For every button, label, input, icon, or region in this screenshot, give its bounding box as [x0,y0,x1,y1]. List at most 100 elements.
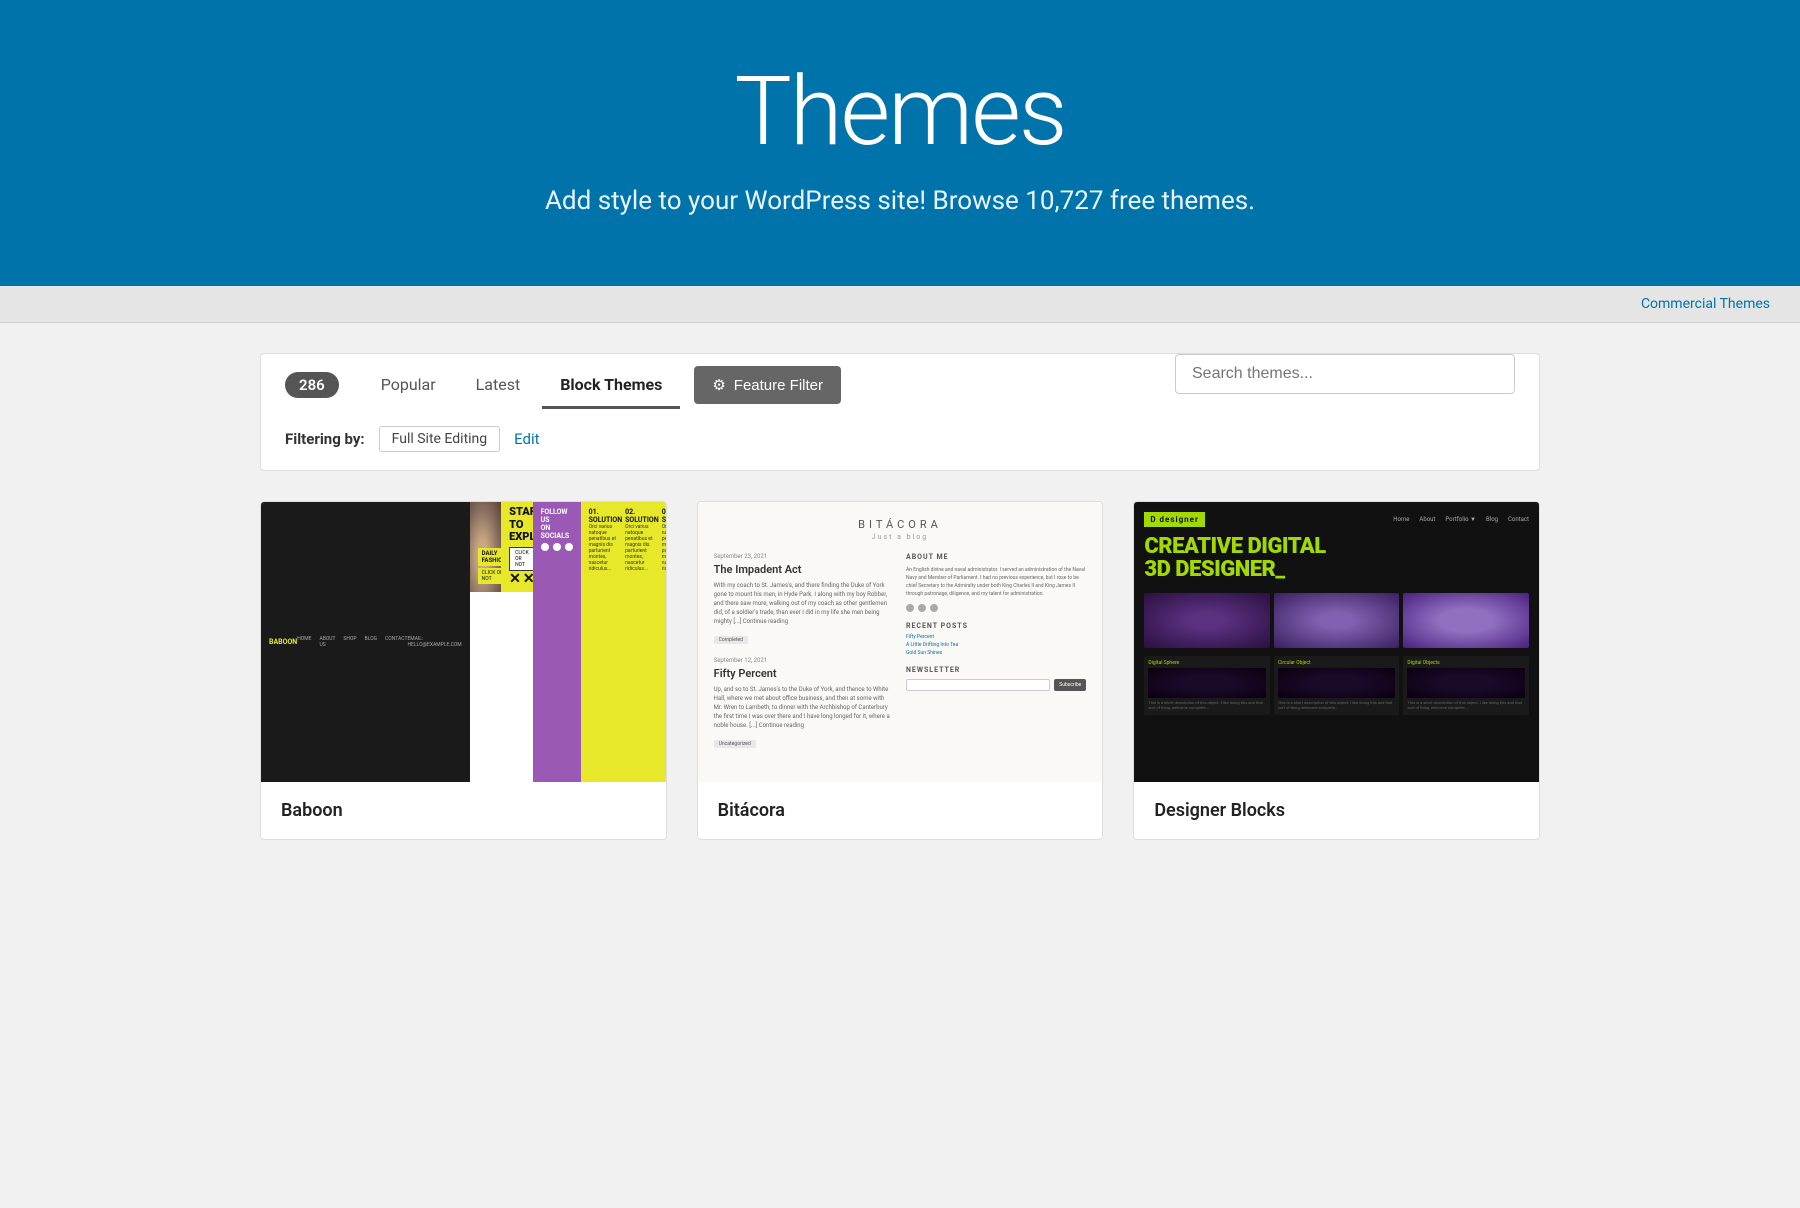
baboon-solution-3: 03. SOLUTION Orci varius natoque penatib… [662,508,666,572]
designer-nav-portfolio: Portfolio ▼ [1445,516,1476,523]
baboon-hero-text: START TOEXPLORE CLICK OR NOT ✕✕✕ [501,502,532,592]
bitacora-social-icon-3 [930,604,938,612]
bitacora-tagline: Just a blog [872,533,928,541]
filtering-by-label: Filtering by: [285,430,365,448]
baboon-nav: HOMEABOUT USSHOPBLOGCONTACT [297,636,407,648]
designer-digital-sphere-label: Digital Sphere [1148,660,1266,666]
designer-circular-object-desc: This is a short description of this obje… [1278,700,1396,711]
theme-name-designer-blocks: Designer Blocks [1134,782,1539,839]
theme-card-baboon[interactable]: BABOON HOMEABOUT USSHOPBLOGCONTACT EMAIL… [260,501,667,840]
designer-digital-sphere-desc: This is a short description of this obje… [1148,700,1266,711]
designer-header: D designer Home About Portfolio ▼ Blog C… [1144,512,1529,527]
filter-edit-link[interactable]: Edit [514,430,539,448]
bitacora-post2-tag: Uncategorized [714,740,756,748]
search-input[interactable] [1175,354,1515,394]
designer-bottom-item-1: Digital Sphere This is a short descripti… [1144,656,1270,715]
bitacora-post2-date: September 12, 2021 [714,657,894,664]
baboon-xxx-decoration: ✕✕✕ [509,571,524,587]
baboon-social-section: FOLLOW USON SOCIALS [533,502,581,782]
bitacora-post1-tag: Completed [714,636,748,644]
baboon-logo-text: BABOON [269,638,297,646]
designer-digital-objects-label: Digital Objects [1407,660,1525,666]
tabs-search-row: 286 Popular Latest Block Themes ⚙ Featur… [285,354,1515,408]
designer-digital-sphere-img [1148,668,1266,698]
designer-bottom-item-2: Circular Object This is a short descript… [1274,656,1400,715]
theme-card-bitacora[interactable]: BITÁCORA Just a blog September 23, 2021 … [697,501,1104,840]
baboon-daily-fashion: DAILY FASHION CLICK OR NOT [478,548,501,584]
designer-nav-contact: Contact [1508,516,1529,523]
designer-logo: D designer [1144,512,1205,527]
bitacora-recent-2: A Little Drifting Into Tea [906,642,1086,648]
bitacora-recent-1: Fifty Percent [906,634,1086,640]
filter-info-row: Filtering by: Full Site Editing Edit [285,408,1515,470]
designer-nav-blog: Blog [1486,516,1498,523]
bitacora-about-title: About Me [906,553,1086,561]
baboon-email: EMAIL: HELLO@EXAMPLE.COM [407,636,461,648]
baboon-bottom-grid: 01. SOLUTION Orci varius natoque penatib… [589,508,666,572]
baboon-solution-1: 01. SOLUTION Orci varius natoque penatib… [589,508,623,572]
designer-circular-object-img [1278,668,1396,698]
designer-hero-text: CREATIVE DIGITAL3D DESIGNER_ [1144,535,1529,581]
feature-filter-button[interactable]: ⚙ Feature Filter [694,366,841,404]
bitacora-recent-title: Recent Posts [906,622,1086,630]
bitacora-post1-date: September 23, 2021 [714,553,894,560]
bitacora-logo: BITÁCORA [858,518,942,531]
gear-icon: ⚙ [712,376,725,394]
designer-thumbnails [1144,593,1529,648]
baboon-solutions: 01. SOLUTION Orci varius natoque penatib… [581,502,666,782]
bitacora-newsletter-input [906,679,1050,691]
bitacora-post2-text: Up, and so to St. James's to the Duke of… [714,685,894,730]
designer-thumb-3 [1403,593,1529,648]
filter-bar: 286 Popular Latest Block Themes ⚙ Featur… [260,353,1540,471]
baboon-hero-image: DAILY FASHION CLICK OR NOT [470,502,501,592]
theme-preview-bitacora: BITÁCORA Just a blog September 23, 2021 … [698,502,1103,782]
bitacora-post1-text: With my coach to St. James's, and there … [714,581,894,626]
theme-card-designer-blocks[interactable]: D designer Home About Portfolio ▼ Blog C… [1133,501,1540,840]
tab-block-themes[interactable]: Block Themes [542,363,680,409]
baboon-header: BABOON HOMEABOUT USSHOPBLOGCONTACT EMAIL… [261,502,470,782]
theme-preview-designer: D designer Home About Portfolio ▼ Blog C… [1134,502,1539,782]
search-row [1175,354,1515,408]
theme-name-baboon: Baboon [261,782,666,839]
bitacora-sidebar: About Me An English divine and naval adm… [906,553,1086,749]
baboon-cta: CLICK OR NOT [509,547,535,571]
baboon-social-icons [541,543,573,551]
designer-nav: Home About Portfolio ▼ Blog Contact [1393,516,1529,523]
bitacora-newsletter-btn: Subscribe [1054,679,1086,691]
tab-popular[interactable]: Popular [363,363,454,409]
designer-thumb-2 [1274,593,1400,648]
tabs-left: 286 Popular Latest Block Themes ⚙ Featur… [285,363,841,408]
theme-grid: BABOON HOMEABOUT USSHOPBLOGCONTACT EMAIL… [260,501,1540,840]
designer-digital-objects-img [1407,668,1525,698]
hero-section: Themes Add style to your WordPress site!… [0,0,1800,286]
main-content: 286 Popular Latest Block Themes ⚙ Featur… [230,353,1570,840]
bitacora-columns: September 23, 2021 The Impadent Act With… [714,553,1087,749]
designer-content: D designer Home About Portfolio ▼ Blog C… [1134,502,1539,782]
page-title: Themes [20,60,1780,166]
designer-bottom-item-3: Digital Objects This is a short descript… [1403,656,1529,715]
bitacora-newsletter-title: Newsletter [906,666,1086,674]
baboon-hero-section: DAILY FASHION CLICK OR NOT START TOEXPLO… [470,502,533,592]
baboon-hero-heading: START TOEXPLORE [509,506,524,542]
bitacora-post1-title: The Impadent Act [714,563,894,576]
bitacora-content: BITÁCORA Just a blog September 23, 2021 … [698,502,1103,782]
feature-filter-label: Feature Filter [734,377,823,394]
commercial-bar: Commercial Themes [0,286,1800,323]
designer-nav-about: About [1419,516,1435,523]
designer-bottom-row: Digital Sphere This is a short descripti… [1144,656,1529,715]
commercial-themes-link[interactable]: Commercial Themes [1641,296,1770,312]
theme-name-bitacora: Bitácora [698,782,1103,839]
designer-digital-objects-desc: This is a short description of this obje… [1407,700,1525,711]
bitacora-social-icons [906,604,1086,612]
bitacora-main-column: September 23, 2021 The Impadent Act With… [714,553,894,749]
theme-count-badge: 286 [285,372,339,398]
tab-latest[interactable]: Latest [458,363,539,409]
bitacora-recent-3: Gold Sun Shines [906,650,1086,656]
bitacora-about-text: An English divine and naval administrato… [906,566,1086,598]
bitacora-post2: September 12, 2021 Fifty Percent Up, and… [714,657,894,749]
bitacora-post2-title: Fifty Percent [714,667,894,680]
baboon-solution-2: 02. SOLUTION Orci varius natoque penatib… [625,508,659,572]
hero-subtitle: Add style to your WordPress site! Browse… [20,186,1780,216]
bitacora-social-icon-1 [906,604,914,612]
bitacora-social-icon-2 [918,604,926,612]
